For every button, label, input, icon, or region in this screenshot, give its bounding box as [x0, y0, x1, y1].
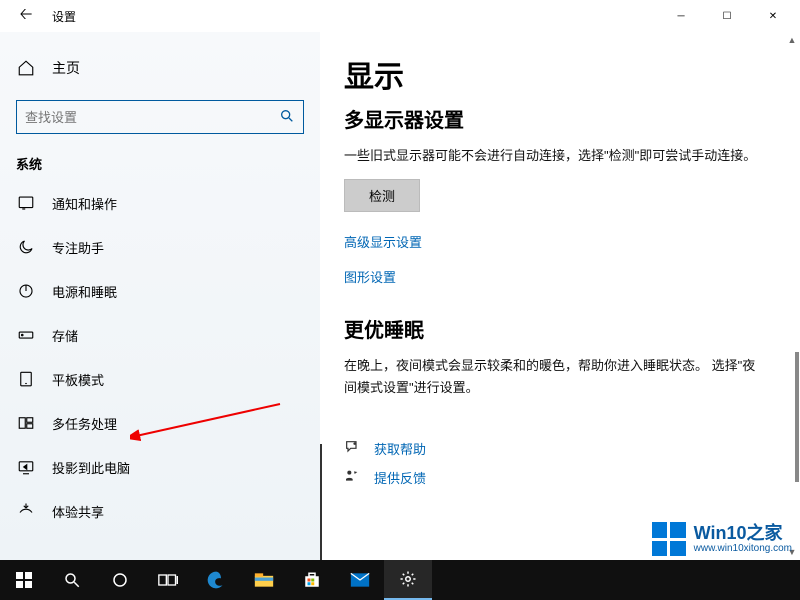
- nav-label: 平板模式: [52, 370, 104, 389]
- nav-label: 存储: [52, 326, 78, 345]
- nav-label: 投影到此电脑: [52, 458, 130, 477]
- give-feedback-link[interactable]: 提供反馈: [344, 468, 760, 487]
- nav-label: 多任务处理: [52, 414, 117, 433]
- group-label: 系统: [16, 154, 304, 173]
- watermark-title: Win10之家: [694, 524, 792, 544]
- minimize-button[interactable]: ─: [658, 0, 704, 32]
- page-heading: 显示: [344, 52, 760, 96]
- feedback-label: 提供反馈: [374, 468, 426, 487]
- home-nav[interactable]: 主页: [16, 48, 304, 88]
- multitask-icon: [16, 413, 36, 433]
- content-pane: 显示 多显示器设置 一些旧式显示器可能不会进行自动连接，选择"检测"即可尝试手动…: [320, 32, 800, 560]
- graphics-settings-link[interactable]: 图形设置: [344, 267, 760, 286]
- task-view-icon[interactable]: [144, 560, 192, 600]
- section-better-sleep: 更优睡眠: [344, 314, 760, 343]
- multi-monitor-desc: 一些旧式显示器可能不会进行自动连接，选择"检测"即可尝试手动连接。: [344, 145, 760, 167]
- content-divider: [320, 444, 322, 560]
- windows-logo-icon: [652, 522, 686, 556]
- storage-icon: [16, 325, 36, 345]
- maximize-button[interactable]: ☐: [704, 0, 750, 32]
- nav-multitask[interactable]: 多任务处理: [16, 401, 304, 445]
- cortana-icon[interactable]: [96, 560, 144, 600]
- settings-taskbar-icon[interactable]: [384, 560, 432, 600]
- search-input[interactable]: [25, 110, 279, 125]
- nav-storage[interactable]: 存储: [16, 313, 304, 357]
- titlebar: 🡠 设置 ─ ☐ ✕: [0, 0, 800, 32]
- get-help-link[interactable]: 获取帮助: [344, 439, 760, 458]
- project-icon: [16, 457, 36, 477]
- window-scrollbar[interactable]: ▲ ▼: [784, 32, 800, 560]
- share-icon: [16, 501, 36, 521]
- home-label: 主页: [52, 58, 80, 78]
- store-icon[interactable]: [288, 560, 336, 600]
- watermark: Win10之家 www.win10xitong.com: [652, 522, 792, 556]
- search-box[interactable]: [16, 100, 304, 134]
- nav-label: 电源和睡眠: [52, 282, 117, 301]
- window-title: 设置: [48, 8, 76, 25]
- scroll-up-icon[interactable]: ▲: [784, 32, 800, 48]
- nav-power-sleep[interactable]: 电源和睡眠: [16, 269, 304, 313]
- nav-project-to-pc[interactable]: 投影到此电脑: [16, 445, 304, 489]
- advanced-display-link[interactable]: 高级显示设置: [344, 232, 760, 251]
- section-multi-monitor: 多显示器设置: [344, 104, 760, 133]
- nav-tablet-mode[interactable]: 平板模式: [16, 357, 304, 401]
- taskbar: [0, 560, 800, 600]
- sidebar: 主页 系统 通知和操作 专注助手 电源和睡眠: [0, 32, 320, 560]
- taskbar-search-icon[interactable]: [48, 560, 96, 600]
- power-icon: [16, 281, 36, 301]
- nav-shared-exp[interactable]: 体验共享: [16, 489, 304, 533]
- search-icon: [279, 108, 295, 127]
- file-explorer-icon[interactable]: [240, 560, 288, 600]
- nav-label: 体验共享: [52, 502, 104, 521]
- nav-notifications[interactable]: 通知和操作: [16, 181, 304, 225]
- home-icon: [16, 59, 36, 77]
- better-sleep-desc: 在晚上，夜间模式会显示较柔和的暖色，帮助你进入睡眠状态。 选择"夜间模式设置"进…: [344, 355, 760, 399]
- edge-icon[interactable]: [192, 560, 240, 600]
- help-icon: [344, 439, 360, 458]
- help-label: 获取帮助: [374, 439, 426, 458]
- tablet-icon: [16, 369, 36, 389]
- back-button[interactable]: 🡠: [4, 0, 48, 32]
- nav-label: 专注助手: [52, 238, 104, 257]
- start-button[interactable]: [0, 560, 48, 600]
- mail-icon[interactable]: [336, 560, 384, 600]
- detect-button[interactable]: 检测: [344, 179, 420, 212]
- nav-label: 通知和操作: [52, 194, 117, 213]
- moon-icon: [16, 237, 36, 257]
- notifications-icon: [16, 193, 36, 213]
- nav-focus-assist[interactable]: 专注助手: [16, 225, 304, 269]
- feedback-icon: [344, 468, 360, 487]
- watermark-url: www.win10xitong.com: [694, 543, 792, 554]
- close-button[interactable]: ✕: [750, 0, 796, 32]
